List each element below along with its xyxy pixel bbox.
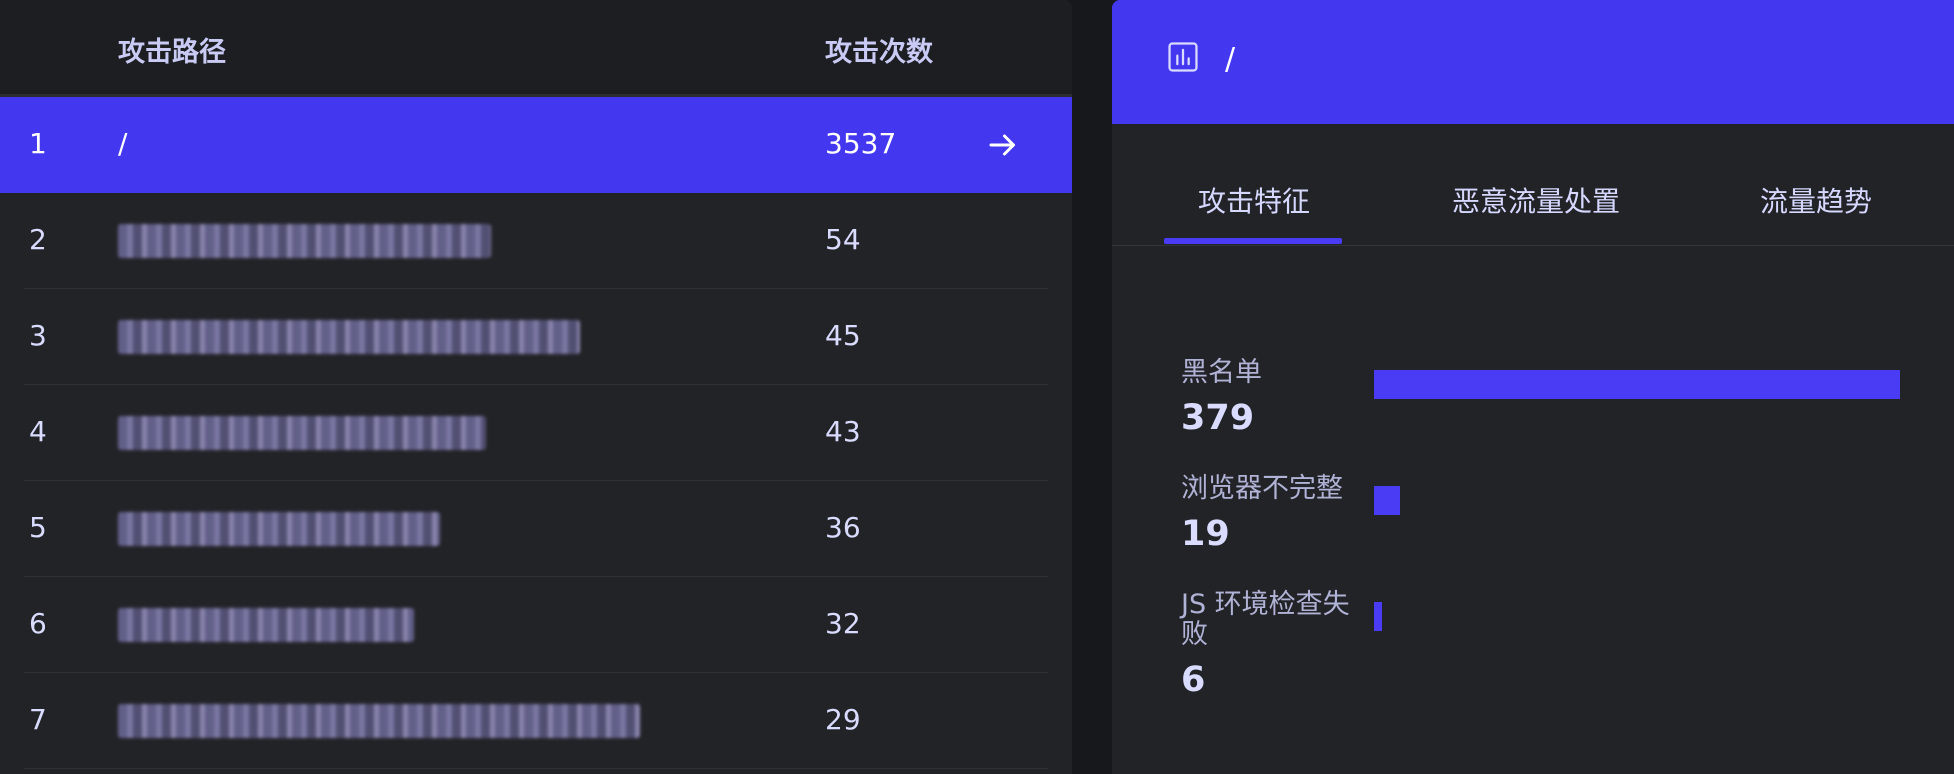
feature-value: 19 [1181, 514, 1230, 554]
attack-path-table: 攻击路径 攻击次数 1 / 3537 2 54 3 45 4 43 5 36 6… [0, 0, 1072, 774]
tab-attack-features[interactable]: 攻击特征 [1198, 180, 1310, 220]
feature-label: JS 环境检查失败 [1181, 589, 1350, 650]
table-header: 攻击路径 攻击次数 [0, 0, 1072, 97]
feature-label: 浏览器不完整 [1181, 473, 1343, 504]
row-index: 1 [29, 127, 47, 160]
row-count: 54 [825, 223, 861, 256]
feature-item: JS 环境检查失败 6 [1181, 590, 1941, 700]
row-count: 36 [825, 511, 861, 544]
row-index: 5 [29, 511, 47, 544]
column-header-path: 攻击路径 [118, 37, 226, 68]
row-path-redacted [118, 415, 486, 450]
feature-bar [1374, 602, 1382, 631]
feature-bar [1374, 370, 1900, 399]
row-count: 45 [825, 319, 861, 352]
table-row[interactable]: 1 / 3537 [0, 97, 1072, 193]
table-row[interactable]: 6 32 [24, 577, 1048, 673]
row-path: / [118, 127, 128, 160]
column-header-count: 攻击次数 [825, 37, 933, 68]
bar-chart-icon [1168, 42, 1198, 72]
table-row[interactable]: 3 45 [24, 289, 1048, 385]
table-body: 1 / 3537 2 54 3 45 4 43 5 36 6 32 7 29 [0, 97, 1072, 769]
row-path-redacted [118, 511, 440, 546]
table-row[interactable]: 2 54 [24, 193, 1048, 289]
feature-value: 6 [1181, 660, 1206, 700]
detail-header: / [1112, 0, 1954, 124]
arrow-right-icon[interactable] [985, 127, 1021, 163]
detail-title: / [1225, 42, 1236, 77]
row-count: 32 [825, 607, 861, 640]
row-index: 2 [29, 223, 47, 256]
row-path-redacted [118, 319, 580, 354]
row-path-redacted [118, 223, 491, 258]
row-count: 43 [825, 415, 861, 448]
attack-detail-panel: / 攻击特征 恶意流量处置 流量趋势 黑名单 379 浏览器不完整 19 JS … [1112, 0, 1954, 774]
row-index: 4 [29, 415, 47, 448]
row-path-redacted [118, 607, 414, 642]
row-count: 29 [825, 703, 861, 736]
detail-tabs: 攻击特征 恶意流量处置 流量趋势 [1112, 124, 1954, 246]
table-row[interactable]: 5 36 [24, 481, 1048, 577]
tab-malicious-traffic-handling[interactable]: 恶意流量处置 [1452, 180, 1620, 220]
active-tab-indicator [1164, 238, 1342, 244]
feature-bar [1374, 486, 1400, 515]
feature-value: 379 [1181, 398, 1255, 438]
feature-item: 浏览器不完整 19 [1181, 474, 1941, 554]
row-index: 7 [29, 703, 47, 736]
row-index: 3 [29, 319, 47, 352]
feature-item: 黑名单 379 [1181, 358, 1941, 438]
row-index: 6 [29, 607, 47, 640]
table-row[interactable]: 4 43 [24, 385, 1048, 481]
feature-label: 黑名单 [1181, 357, 1262, 388]
row-count: 3537 [825, 127, 897, 160]
row-path-redacted [118, 703, 640, 738]
table-row[interactable]: 7 29 [24, 673, 1048, 769]
tab-traffic-trend[interactable]: 流量趋势 [1760, 180, 1872, 220]
